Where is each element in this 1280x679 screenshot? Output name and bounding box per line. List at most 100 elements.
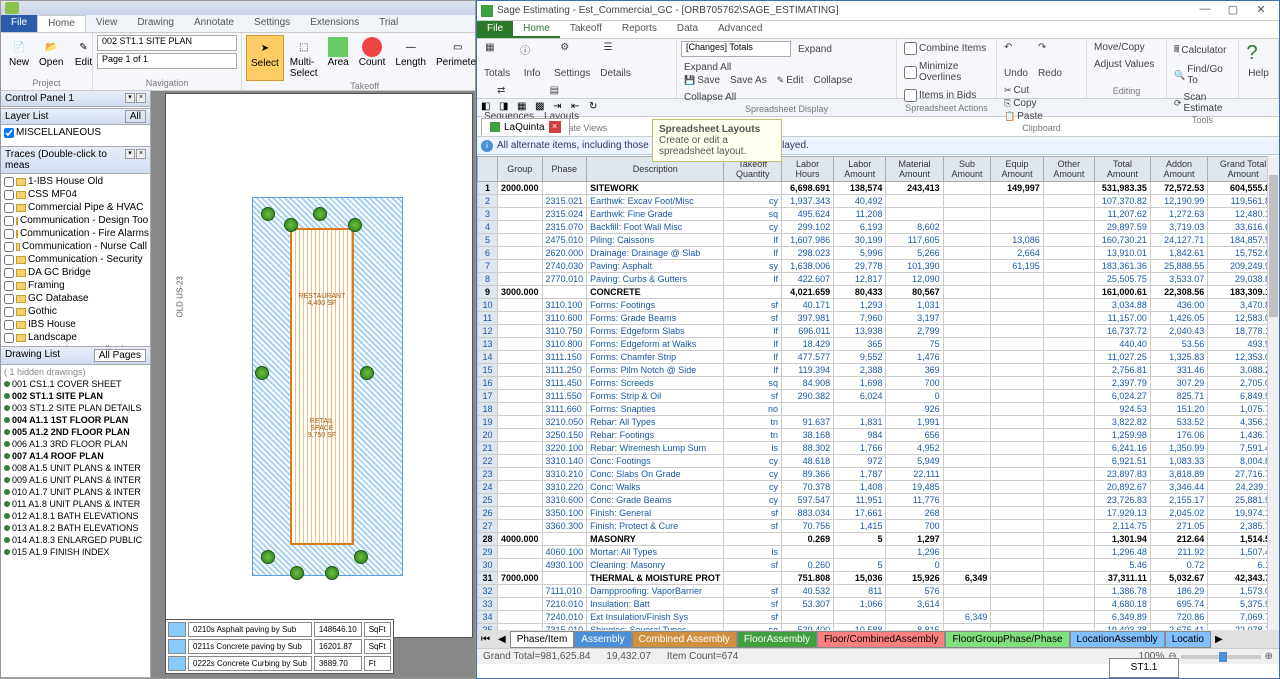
scan-button[interactable]: ⟳ Scan Estimate xyxy=(1171,91,1234,115)
trace-point[interactable] xyxy=(354,550,368,564)
drawing-item[interactable]: 003 ST1.2 SITE PLAN DETAILS xyxy=(2,402,149,414)
tab-data[interactable]: Data xyxy=(667,21,708,38)
drawing-item[interactable]: 001 CS1.1 COVER SHEET xyxy=(2,378,149,390)
minimize-button[interactable]: Minimize Overlines xyxy=(901,60,992,84)
trace-checkbox[interactable] xyxy=(4,333,14,343)
trace-item[interactable]: Gothic xyxy=(2,305,149,318)
sheet-tab[interactable]: Locatio xyxy=(1165,631,1211,648)
tab-drawing[interactable]: Drawing xyxy=(127,15,184,32)
table-row[interactable]: 327111.010Dampproofing: VaporBarriersf40… xyxy=(478,585,1279,598)
trace-item[interactable]: Framing xyxy=(2,279,149,292)
table-row[interactable]: 183111.660Forms: Snaptiesno926924.53151.… xyxy=(478,403,1279,416)
saveas-button[interactable]: Save As xyxy=(727,74,770,87)
pin-icon[interactable]: ▾ xyxy=(125,93,135,103)
table-row[interactable]: 72740.030Paving: Asphaltsy1,638.00629,77… xyxy=(478,260,1279,273)
count-button[interactable]: Count xyxy=(355,35,390,81)
bids-button[interactable]: Items in Bids xyxy=(901,88,979,103)
collapse-button[interactable]: Collapse xyxy=(811,74,856,87)
trace-point[interactable] xyxy=(348,218,362,232)
calc-button[interactable]: 🖩 Calculator xyxy=(1171,41,1229,59)
trace-item[interactable]: GC Database xyxy=(2,292,149,305)
trace-point[interactable] xyxy=(290,566,304,580)
tab-home[interactable]: Home xyxy=(37,15,86,32)
control-panel-header[interactable]: Control Panel 1 ▾× xyxy=(1,91,150,107)
trace-point[interactable] xyxy=(261,550,275,564)
table-row[interactable]: 133110.800Forms: Edgeform at Walkslf18.4… xyxy=(478,338,1279,351)
doc-tab[interactable]: LaQuinta × xyxy=(481,118,570,135)
table-row[interactable]: 337210.010Insulation: Battsf53.3071,0663… xyxy=(478,598,1279,611)
drawing-item[interactable]: 008 A1.5 UNIT PLANS & INTER xyxy=(2,462,149,474)
trace-checkbox[interactable] xyxy=(4,294,14,304)
trace-point[interactable] xyxy=(360,366,374,380)
drawing-item[interactable]: 002 ST1.1 SITE PLAN xyxy=(2,390,149,402)
drawing-item[interactable]: 011 A1.8 UNIT PLANS & INTER xyxy=(2,498,149,510)
table-row[interactable]: 263350.100Finish: Generalsf883.03417,661… xyxy=(478,507,1279,520)
sheet-tab[interactable]: Phase/Item xyxy=(510,631,575,648)
drawing-item[interactable]: 015 A1.9 FINISH INDEX xyxy=(2,546,149,558)
table-row[interactable]: 103110.100Forms: Footingssf40.1711,2931,… xyxy=(478,299,1279,312)
info-button[interactable]: ⓘInfo xyxy=(517,41,547,80)
table-row[interactable]: 203250.150Rebar: Footingstn38.1689846561… xyxy=(478,429,1279,442)
pin-icon[interactable]: ▾ xyxy=(125,149,135,159)
sheet-tab[interactable]: LocationAssembly xyxy=(1070,631,1165,648)
trace-checkbox[interactable] xyxy=(4,281,14,291)
tab-nav-first[interactable]: ⏮ xyxy=(477,634,494,645)
trace-item[interactable]: Communication - Design Too xyxy=(2,214,149,227)
page-select[interactable]: Page 1 of 1 xyxy=(97,53,237,69)
tab-extensions[interactable]: Extensions xyxy=(300,15,369,32)
drawing-select[interactable]: 002 ST1.1 SITE PLAN xyxy=(97,35,237,51)
column-header[interactable] xyxy=(478,157,498,182)
cut-button[interactable]: ✂ Cut xyxy=(1001,84,1046,97)
trace-checkbox[interactable] xyxy=(4,242,14,252)
save-button[interactable]: 💾 Save xyxy=(681,74,723,87)
table-row[interactable]: 304930.100Cleaning: Masonrysf0.260505.46… xyxy=(478,559,1279,572)
table-row[interactable]: 243310.220Conc: Walkscy70.3781,40819,485… xyxy=(478,481,1279,494)
expandall-button[interactable]: Expand All xyxy=(681,61,734,74)
trace-item[interactable]: Communication - Fire Alarms xyxy=(2,227,149,240)
column-header[interactable]: Labor Hours xyxy=(781,157,833,182)
table-row[interactable]: 153111.250Forms: Pilm Notch @ Sidelf119.… xyxy=(478,364,1279,377)
spreadsheet-grid[interactable]: GroupPhaseDescriptionTakeoff QuantityLab… xyxy=(477,156,1279,630)
drawing-item[interactable]: 012 A1.8.1 BATH ELEVATIONS xyxy=(2,510,149,522)
trace-checkbox[interactable] xyxy=(4,255,14,265)
trace-checkbox[interactable] xyxy=(4,307,14,317)
trace-item[interactable]: CSS MF04 xyxy=(2,188,149,201)
collapseall-button[interactable]: Collapse All xyxy=(681,91,739,104)
drawing-item[interactable]: 005 A1.2 2ND FLOOR PLAN xyxy=(2,426,149,438)
table-row[interactable]: 347240.010Ext Insulation/Finish Syssf6,3… xyxy=(478,611,1279,624)
drawing-item[interactable]: 006 A1.3 3RD FLOOR PLAN xyxy=(2,438,149,450)
trace-item[interactable]: 1-IBS House Old xyxy=(2,175,149,188)
tool-icon[interactable]: ▩ xyxy=(535,101,549,115)
combine-button[interactable]: Combine Items xyxy=(901,41,989,56)
table-row[interactable]: 193210.050Rebar: All Typestn91.6371,8311… xyxy=(478,416,1279,429)
drawing-canvas[interactable]: OLD US-23 RESTAURANT4,400 SF RETAIL SPAC… xyxy=(151,91,475,678)
close-button[interactable]: ✕ xyxy=(1247,3,1275,19)
tab-nav-next[interactable]: ▶ xyxy=(1211,634,1227,645)
table-row[interactable]: 42315.070Backfill: Foot Wall Misccy299.1… xyxy=(478,221,1279,234)
trace-point[interactable] xyxy=(325,566,339,580)
table-row[interactable]: 173111.550Forms: Strip & Oilsf290.3826,0… xyxy=(478,390,1279,403)
open-button[interactable]: 📂Open xyxy=(35,35,67,70)
tab-trial[interactable]: Trial xyxy=(369,15,408,32)
totals-button[interactable]: ▦Totals xyxy=(481,41,513,80)
tool-icon[interactable]: ◨ xyxy=(499,101,513,115)
table-row[interactable]: 143111.150Forms: Chamfer Striplf477.5779… xyxy=(478,351,1279,364)
expand-button[interactable]: Expand xyxy=(795,43,835,56)
layer-item[interactable]: MISCELLANEOUS xyxy=(2,126,149,139)
tool-icon[interactable]: ▦ xyxy=(517,101,531,115)
sheet-tab[interactable]: Floor/CombinedAssembly xyxy=(817,631,946,648)
vertical-scrollbar[interactable] xyxy=(1267,156,1279,630)
sheet-tab[interactable]: Assembly xyxy=(574,631,631,648)
table-row[interactable]: 62620.000Drainage: Drainage @ Slablf298.… xyxy=(478,247,1279,260)
column-header[interactable]: Equip Amount xyxy=(991,157,1043,182)
traces-header[interactable]: Traces (Double-click to meas ▾× xyxy=(1,147,150,174)
tab-settings[interactable]: Settings xyxy=(244,15,300,32)
tab-file[interactable]: File xyxy=(477,21,513,38)
table-row[interactable]: 284000.000MASONRY0.26951,2971,301.94212.… xyxy=(478,533,1279,546)
undo-button[interactable]: ↶Undo xyxy=(1001,41,1031,80)
drawing-item[interactable]: 010 A1.7 UNIT PLANS & INTER xyxy=(2,486,149,498)
redo-button[interactable]: ↷Redo xyxy=(1035,41,1065,80)
movecopy-button[interactable]: Move/Copy xyxy=(1091,41,1148,54)
trace-item[interactable]: DA GC Bridge xyxy=(2,266,149,279)
tool-icon[interactable]: ◧ xyxy=(481,101,495,115)
